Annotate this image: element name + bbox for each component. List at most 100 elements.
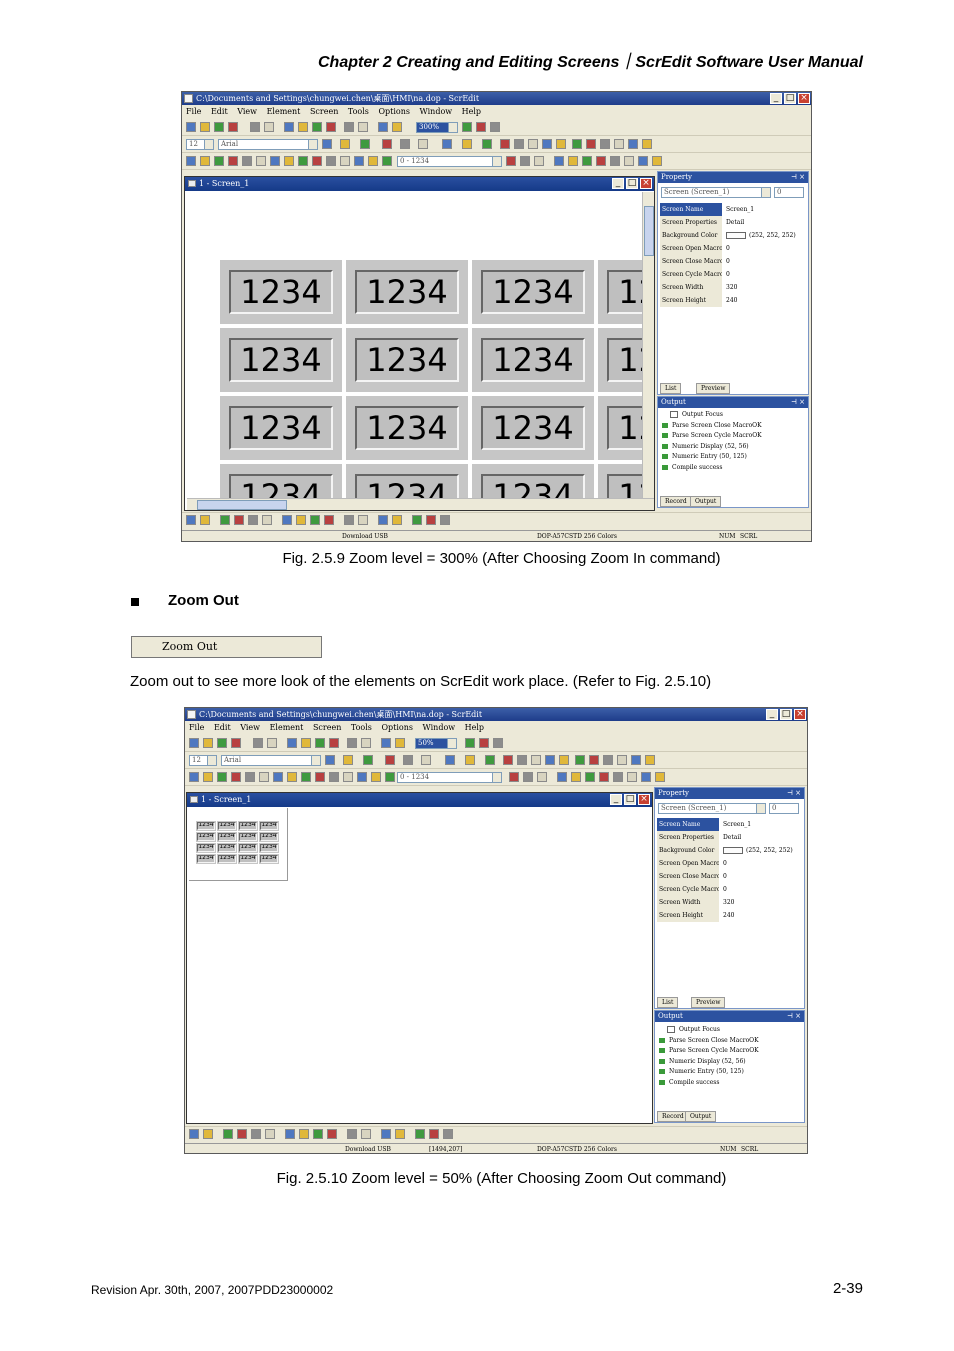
pin-icon[interactable]: ⊣ × [791, 397, 805, 408]
toolbar-button-icon[interactable] [582, 156, 592, 166]
pin-icon[interactable]: ⊣ × [791, 172, 805, 183]
tab-list[interactable]: List [660, 383, 682, 394]
toolbar-button-icon[interactable] [298, 156, 308, 166]
toolbar-button-icon[interactable] [392, 515, 402, 525]
toolbar-button-icon[interactable] [610, 156, 620, 166]
toolbar-button-icon[interactable] [200, 515, 210, 525]
toolbar-button-icon[interactable] [347, 738, 357, 748]
toolbar-button-icon[interactable] [554, 156, 564, 166]
zoom-combo[interactable]: 50% [415, 738, 457, 749]
toolbar-button-icon[interactable] [253, 738, 263, 748]
toolbar-button-icon[interactable] [537, 772, 547, 782]
toolbar-button-icon[interactable] [312, 122, 322, 132]
screen-minimize-button[interactable]: _ [612, 178, 624, 189]
numeric-display-element[interactable]: 1234 [238, 832, 258, 842]
menu-element[interactable]: Element [267, 107, 301, 116]
toolbar-button-icon[interactable] [614, 139, 624, 149]
toolbar-button-icon[interactable] [465, 738, 475, 748]
toolbar-button-icon[interactable] [200, 122, 210, 132]
chevron-down-icon[interactable] [308, 140, 317, 149]
toolbar-button-icon[interactable] [228, 122, 238, 132]
screen-selector[interactable]: Screen (Screen_1) [658, 803, 766, 814]
toolbar-button-icon[interactable] [371, 772, 381, 782]
toolbar-button-icon[interactable] [287, 738, 297, 748]
toolbar-button-icon[interactable] [403, 755, 413, 765]
toolbar-button-icon[interactable] [476, 122, 486, 132]
property-row[interactable]: Background Color (252, 252, 252) [660, 229, 804, 242]
toolbar-button-icon[interactable] [284, 156, 294, 166]
numeric-display-element[interactable]: 1234 [472, 464, 594, 498]
property-row[interactable]: Screen Height 240 [657, 909, 800, 922]
toolbar-button-icon[interactable] [509, 772, 519, 782]
screen-number-selector[interactable]: 0 [774, 187, 804, 198]
toolbar-button-icon[interactable] [223, 1129, 233, 1139]
screen-minimize-button[interactable]: _ [610, 794, 622, 805]
menu-help[interactable]: Help [462, 107, 481, 116]
toolbar-button-icon[interactable] [395, 738, 405, 748]
toolbar-button-icon[interactable] [400, 139, 410, 149]
toolbar-button-icon[interactable] [385, 755, 395, 765]
screen-maximize-button[interactable]: □ [624, 794, 636, 805]
toolbar-button-icon[interactable] [344, 515, 354, 525]
toolbar-button-icon[interactable] [571, 772, 581, 782]
toolbar-button-icon[interactable] [214, 122, 224, 132]
toolbar-button-icon[interactable] [234, 515, 244, 525]
menu-options[interactable]: Options [378, 107, 410, 116]
toolbar-button-icon[interactable] [189, 772, 199, 782]
toolbar-button-icon[interactable] [642, 139, 652, 149]
numeric-display-element[interactable]: 1234 [259, 832, 279, 842]
work-canvas[interactable]: 1234 1234 1234 1234 1234 1234 1234 1234 1234 1234… [187, 192, 642, 498]
toolbar-button-icon[interactable] [326, 156, 336, 166]
property-row[interactable]: Background Color (252, 252, 252) [657, 844, 800, 857]
menu-element[interactable]: Element [270, 723, 304, 732]
minimize-button[interactable]: _ [766, 709, 778, 720]
toolbar-button-icon[interactable] [586, 139, 596, 149]
toolbar-button-icon[interactable] [523, 772, 533, 782]
toolbar-button-icon[interactable] [652, 156, 662, 166]
pin-icon[interactable]: ⊣ × [787, 1011, 801, 1022]
toolbar-button-icon[interactable] [465, 755, 475, 765]
toolbar-button-icon[interactable] [382, 156, 392, 166]
toolbar-button-icon[interactable] [189, 738, 199, 748]
horizontal-scroll-thumb[interactable] [197, 500, 287, 510]
numeric-display-element[interactable]: 1234 [598, 396, 642, 460]
toolbar-button-icon[interactable] [324, 515, 334, 525]
toolbar-button-icon[interactable] [237, 1129, 247, 1139]
toolbar-button-icon[interactable] [270, 156, 280, 166]
toolbar-button-icon[interactable] [231, 772, 241, 782]
numeric-display-element[interactable]: 1234 [472, 396, 594, 460]
numeric-display-element[interactable]: 1234 [259, 843, 279, 853]
numeric-display-element[interactable]: 1234 [472, 260, 594, 324]
toolbar-button-icon[interactable] [357, 772, 367, 782]
numeric-display-element[interactable]: 1234 [238, 843, 258, 853]
menu-help[interactable]: Help [465, 723, 484, 732]
toolbar-button-icon[interactable] [429, 1129, 439, 1139]
toolbar-button-icon[interactable] [327, 1129, 337, 1139]
toolbar-button-icon[interactable] [312, 156, 322, 166]
font-size-combo[interactable]: 12 [189, 755, 217, 766]
toolbar-button-icon[interactable] [628, 139, 638, 149]
toolbar-button-icon[interactable] [421, 755, 431, 765]
chevron-down-icon[interactable] [761, 188, 770, 197]
toolbar-button-icon[interactable] [443, 1129, 453, 1139]
toolbar-button-icon[interactable] [287, 772, 297, 782]
screen-selector[interactable]: Screen (Screen_1) [661, 187, 771, 198]
toolbar-button-icon[interactable] [262, 515, 272, 525]
toolbar-button-icon[interactable] [282, 515, 292, 525]
range-combo[interactable]: 0 - 1234 [397, 156, 502, 167]
numeric-display-element[interactable]: 1234 [346, 396, 468, 460]
property-row[interactable]: Screen Cycle Macro 0 [660, 268, 804, 281]
toolbar-button-icon[interactable] [264, 122, 274, 132]
toolbar-button-icon[interactable] [200, 156, 210, 166]
toolbar-button-icon[interactable] [325, 755, 335, 765]
toolbar-button-icon[interactable] [242, 156, 252, 166]
toolbar-button-icon[interactable] [556, 139, 566, 149]
tab-output[interactable]: Output [690, 496, 722, 507]
numeric-display-element[interactable]: 1234 [472, 328, 594, 392]
tab-preview[interactable]: Preview [691, 997, 726, 1008]
horizontal-scrollbar[interactable] [187, 498, 654, 510]
numeric-display-element[interactable]: 1234 [220, 396, 342, 460]
toolbar-button-icon[interactable] [220, 515, 230, 525]
numeric-display-element[interactable]: 1234 [196, 843, 216, 853]
numeric-display-element[interactable]: 1234 [346, 260, 468, 324]
